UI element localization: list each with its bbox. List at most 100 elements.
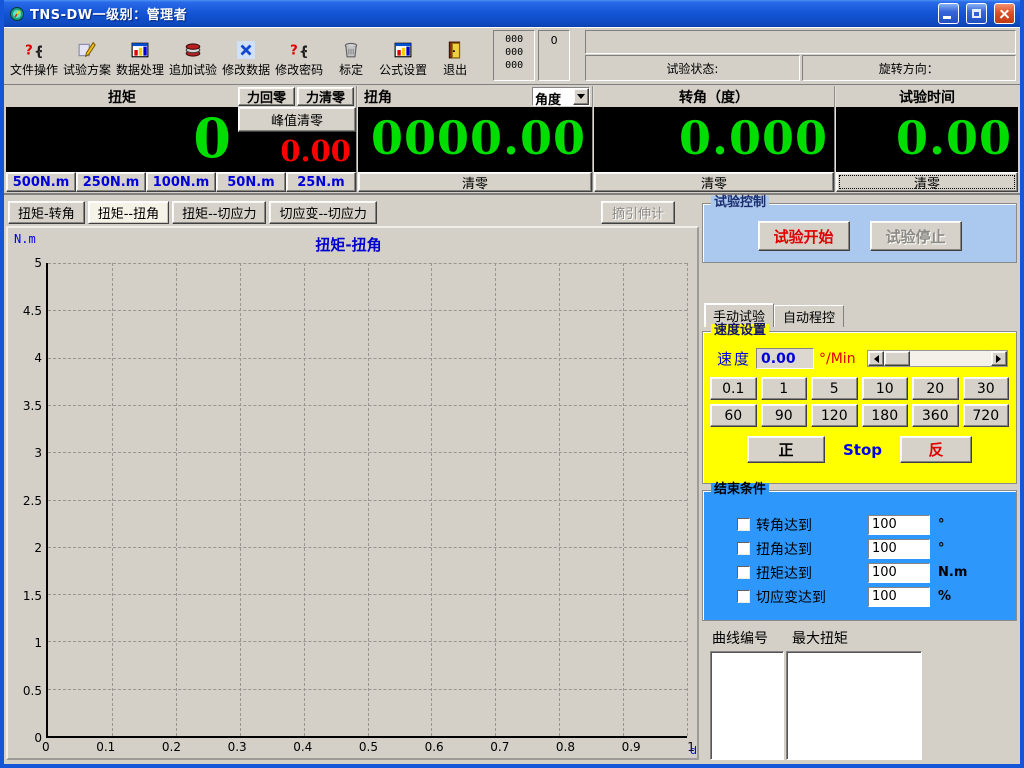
time-display: 0.00 (836, 107, 1018, 172)
disc-stack-icon (184, 39, 202, 61)
gridline (368, 263, 369, 736)
max-torque-list[interactable] (786, 651, 922, 760)
counter-line: 000 (494, 46, 534, 59)
toolbar-calibration-button[interactable]: 标定 (326, 30, 376, 81)
y-tick-label: 3.5 (23, 399, 42, 413)
remove-extensometer-button[interactable]: 摘引伸计 (601, 201, 675, 224)
y-tick-label: 4.5 (23, 304, 42, 318)
condition-label: 扭角达到 (756, 539, 868, 559)
speed-preset-button[interactable]: 5 (811, 377, 858, 400)
force-return-zero-button[interactable]: 力回零 (238, 87, 295, 106)
twist-clear-button[interactable]: 清零 (358, 172, 592, 192)
reverse-button[interactable]: 反 (900, 436, 972, 463)
counter-line: 000 (494, 33, 534, 46)
gridline (48, 452, 687, 453)
gridline (176, 263, 177, 736)
toolbar-test-plan-button[interactable]: 试验方案 (61, 30, 113, 81)
maximize-button[interactable] (966, 3, 987, 24)
y-tick-label: 1 (34, 636, 42, 650)
scrollbar-thumb[interactable] (884, 351, 910, 366)
scrollbar-right-arrow[interactable] (991, 351, 1007, 366)
condition-value-input[interactable] (868, 587, 930, 607)
y-axis-label: N.m (14, 232, 36, 246)
curve-number-list[interactable] (710, 651, 784, 760)
bar-chart-icon (394, 39, 412, 61)
x-axis-label: d (690, 744, 697, 757)
tab-torque-twist[interactable]: 扭矩--扭角 (88, 201, 169, 224)
condition-unit: N.m (938, 565, 967, 580)
tab-shear-strain-stress[interactable]: 切应变--切应力 (269, 201, 376, 224)
range-button[interactable]: 50N.m (216, 172, 286, 192)
condition-value-input[interactable] (868, 515, 930, 535)
close-button[interactable] (994, 3, 1015, 24)
time-clear-button[interactable]: 清零 (836, 172, 1018, 192)
speed-preset-button[interactable]: 60 (710, 404, 757, 427)
x-axis-ticks: 00.10.20.30.40.50.60.70.80.91 d (46, 738, 687, 756)
toolbar-edit-data-button[interactable]: 修改数据 (220, 30, 272, 81)
tab-torque-shear-stress[interactable]: 扭矩--切应力 (172, 201, 266, 224)
bar-chart-icon (131, 39, 149, 61)
speed-preset-button[interactable]: 30 (963, 377, 1010, 400)
peak-clear-button[interactable]: 峰值清零 (238, 107, 356, 132)
speed-preset-button[interactable]: 360 (912, 404, 959, 427)
scrollbar-left-arrow[interactable] (868, 351, 884, 366)
toolbar-formula-settings-button[interactable]: 公式设置 (377, 30, 429, 81)
torque-meter: 扭矩 力回零 力清零 0 峰值清零 0.00 500N.m250N.m100N.… (6, 86, 356, 192)
speed-preset-button[interactable]: 10 (862, 377, 909, 400)
end-condition-row: 转角达到 ° (707, 513, 1012, 537)
torque-value: 0 (193, 111, 238, 169)
speed-preset-button[interactable]: 1 (761, 377, 808, 400)
speed-preset-button[interactable]: 0.1 (710, 377, 757, 400)
svg-text:?: ? (25, 43, 33, 59)
speed-preset-button[interactable]: 20 (912, 377, 959, 400)
condition-checkbox[interactable] (737, 542, 750, 555)
trash-icon (342, 39, 360, 61)
rotation-direction-label: 旋转方向： (802, 55, 1016, 81)
speed-settings-group: 速度设置 速度 °/Min 0.115102030609012018036072… (702, 331, 1017, 484)
range-button[interactable]: 100N.m (146, 172, 216, 192)
toolbar-change-password-button[interactable]: ?{ 修改密码 (273, 30, 325, 81)
range-button[interactable]: 500N.m (6, 172, 76, 192)
angle-unit-select[interactable]: 角度 (532, 87, 590, 106)
start-test-button[interactable]: 试验开始 (758, 221, 850, 251)
speed-label: 速度 (717, 348, 751, 369)
force-clear-button[interactable]: 力清零 (297, 87, 354, 106)
chevron-down-icon[interactable] (573, 88, 589, 105)
tab-auto-program[interactable]: 自动程控 (774, 305, 844, 327)
chart-panel: N.m 扭矩-扭角 54.543.532.521.510.50 00.10.20… (6, 226, 699, 760)
minimize-button[interactable] (938, 3, 959, 24)
meter-section: 扭矩 力回零 力清零 0 峰值清零 0.00 500N.m250N.m100N.… (4, 85, 1020, 195)
gridline (623, 263, 624, 736)
tab-torque-rotation[interactable]: 扭矩-转角 (8, 201, 85, 224)
twist-value: 0000.00 (371, 115, 592, 165)
speed-preset-button[interactable]: 90 (761, 404, 808, 427)
twist-angle-meter: 扭角 角度 0000.00 清零 (356, 86, 592, 192)
speed-preset-button[interactable]: 180 (862, 404, 909, 427)
y-tick-label: 4 (34, 351, 42, 365)
torque-title: 扭矩 (8, 87, 236, 107)
stop-state-label: Stop (843, 441, 882, 459)
scrollbar-track[interactable] (910, 351, 991, 366)
counter-line: 000 (494, 59, 534, 72)
speed-scrollbar[interactable] (867, 350, 1008, 367)
speed-preset-button[interactable]: 120 (811, 404, 858, 427)
y-tick-label: 0 (34, 731, 42, 745)
range-button[interactable]: 250N.m (76, 172, 146, 192)
stop-test-button[interactable]: 试验停止 (870, 221, 962, 251)
speed-preset-button[interactable]: 720 (963, 404, 1010, 427)
condition-checkbox[interactable] (737, 590, 750, 603)
condition-value-input[interactable] (868, 563, 930, 583)
toolbar-file-ops-button[interactable]: ?{ 文件操作 (8, 30, 60, 81)
toolbar-append-test-button[interactable]: 追加试验 (167, 30, 219, 81)
condition-checkbox[interactable] (737, 518, 750, 531)
curve-tab-bar: 扭矩-转角 扭矩--扭角 扭矩--切应力 切应变--切应力 摘引伸计 (6, 197, 699, 226)
condition-checkbox[interactable] (737, 566, 750, 579)
range-button[interactable]: 25N.m (286, 172, 356, 192)
speed-input[interactable] (756, 348, 814, 369)
toolbar-exit-button[interactable]: 退出 (430, 30, 480, 81)
rotation-clear-button[interactable]: 清零 (594, 172, 834, 192)
gridline (687, 263, 688, 736)
toolbar-data-processing-button[interactable]: 数据处理 (114, 30, 166, 81)
forward-button[interactable]: 正 (747, 436, 825, 463)
condition-value-input[interactable] (868, 539, 930, 559)
